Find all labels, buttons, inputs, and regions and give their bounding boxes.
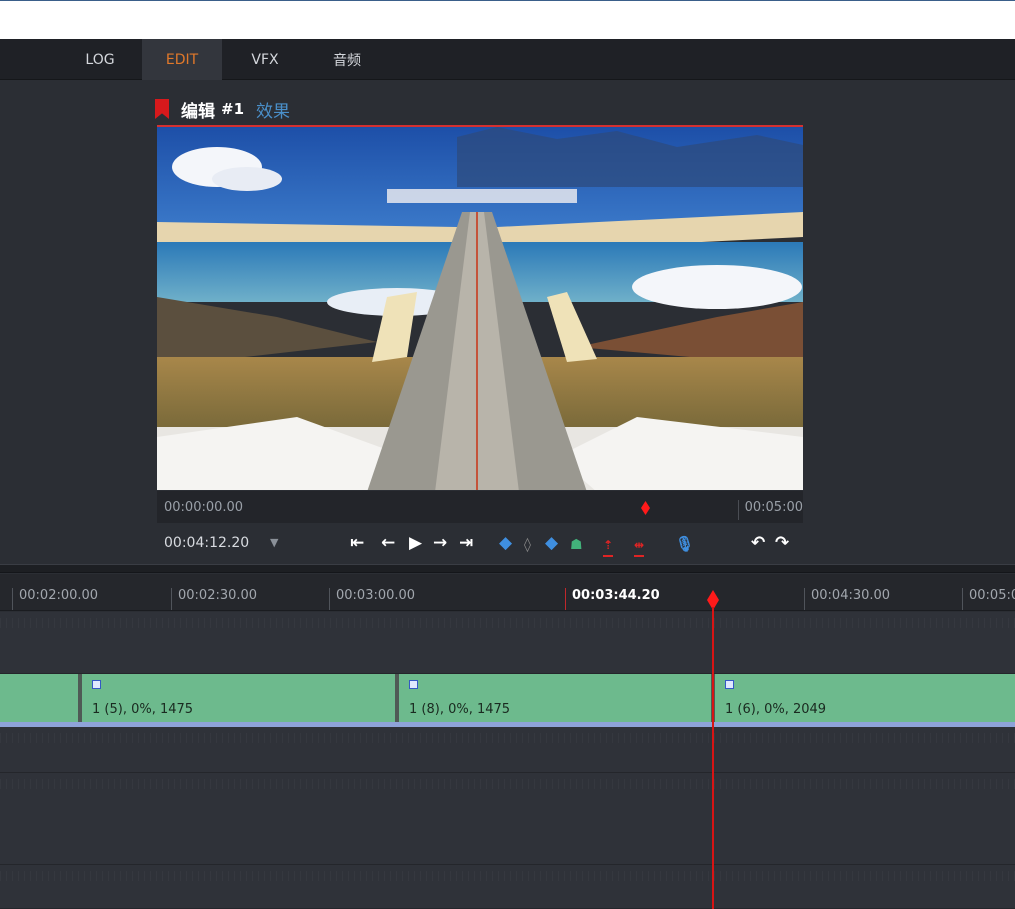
- clear-mark-icon[interactable]: ◊: [524, 535, 531, 555]
- title-bar: [0, 0, 1015, 39]
- undo-icon[interactable]: ↶: [751, 533, 765, 553]
- mark-in-icon[interactable]: ◆: [499, 533, 512, 553]
- ruler-label: 00:02:00.00: [12, 588, 98, 610]
- timeline-track-empty[interactable]: [0, 865, 1015, 909]
- timecode-dropdown-icon[interactable]: ▼: [270, 536, 278, 549]
- scrub-bar[interactable]: 00:00:00.00 00:05:00: [157, 491, 803, 523]
- viewer-header: 编辑 #1 效果: [155, 96, 290, 122]
- scrub-playhead-icon[interactable]: [641, 501, 650, 515]
- video-preview[interactable]: [157, 125, 803, 490]
- video-frame-image: [157, 127, 803, 490]
- step-forward-icon[interactable]: →: [433, 533, 447, 553]
- play-icon[interactable]: ▶: [409, 533, 422, 553]
- go-to-start-icon[interactable]: ⇤: [350, 533, 364, 553]
- scrub-start-time: 00:00:00.00: [164, 500, 244, 515]
- viewer-number: #1: [221, 100, 245, 118]
- clip-keyframe-icon[interactable]: [92, 680, 101, 689]
- ruler-label: 00:02:30.00: [171, 588, 257, 610]
- timeline-clip[interactable]: 1 (6), 0%, 2049: [711, 674, 1015, 722]
- tab-edit[interactable]: EDIT: [142, 39, 222, 80]
- module-tab-bar: LOG EDIT VFX 音频: [0, 39, 1015, 80]
- effects-link[interactable]: 效果: [256, 97, 290, 122]
- timeline-clip[interactable]: [0, 674, 82, 722]
- ruler-label: 00:04:30.00: [804, 588, 890, 610]
- clip-label: 1 (5), 0%, 1475: [92, 702, 194, 717]
- scrub-end-time: 00:05:00: [737, 500, 803, 520]
- video-track: 1 (5), 0%, 1475 1 (8), 0%, 1475 1 (6), 0…: [0, 674, 1015, 722]
- redo-icon[interactable]: ↷: [775, 533, 789, 553]
- tab-vfx[interactable]: VFX: [236, 39, 294, 80]
- timeline-ruler[interactable]: 00:02:00.00 00:02:30.00 00:03:00.00 00:0…: [0, 574, 1015, 611]
- panel-splitter[interactable]: [0, 564, 1015, 573]
- timeline-playhead-line[interactable]: [712, 607, 714, 909]
- lift-icon[interactable]: ⇡: [603, 535, 614, 557]
- ruler-label: 00:03:00.00: [329, 588, 415, 610]
- go-to-end-icon[interactable]: ⇥: [459, 533, 473, 553]
- timeline-clip[interactable]: 1 (5), 0%, 1475: [78, 674, 399, 722]
- clip-keyframe-icon[interactable]: [725, 680, 734, 689]
- bookmark-icon: [155, 99, 169, 119]
- clip-label: 1 (6), 0%, 2049: [725, 702, 827, 717]
- transport-bar: 00:04:12.20 ▼ ⇤ ← ▶ → ⇥ ◆ ◊ ◆ ☗ ⇡ ⇹ 🎙 ↶ …: [157, 526, 803, 562]
- step-back-icon[interactable]: ←: [381, 533, 395, 553]
- extract-icon[interactable]: ⇹: [634, 535, 645, 557]
- mark-out-icon[interactable]: ◆: [545, 533, 558, 553]
- voiceover-mic-icon[interactable]: 🎙: [675, 534, 694, 554]
- clip-keyframe-icon[interactable]: [409, 680, 418, 689]
- tab-log[interactable]: LOG: [72, 39, 128, 80]
- timeline-clip[interactable]: 1 (8), 0%, 1475: [395, 674, 714, 722]
- timeline-track-empty[interactable]: [0, 773, 1015, 865]
- timeline-track-empty[interactable]: [0, 727, 1015, 773]
- clip-label: 1 (8), 0%, 1475: [409, 702, 511, 717]
- timeline-track-empty[interactable]: [0, 612, 1015, 674]
- viewer-title: 编辑: [181, 101, 215, 122]
- timecode-display[interactable]: 00:04:12.20: [164, 535, 249, 551]
- ruler-current-time: 00:03:44.20: [565, 588, 660, 610]
- tab-audio[interactable]: 音频: [314, 39, 380, 80]
- add-marker-icon[interactable]: ☗: [570, 535, 583, 555]
- ruler-label: 00:05:0: [962, 588, 1015, 610]
